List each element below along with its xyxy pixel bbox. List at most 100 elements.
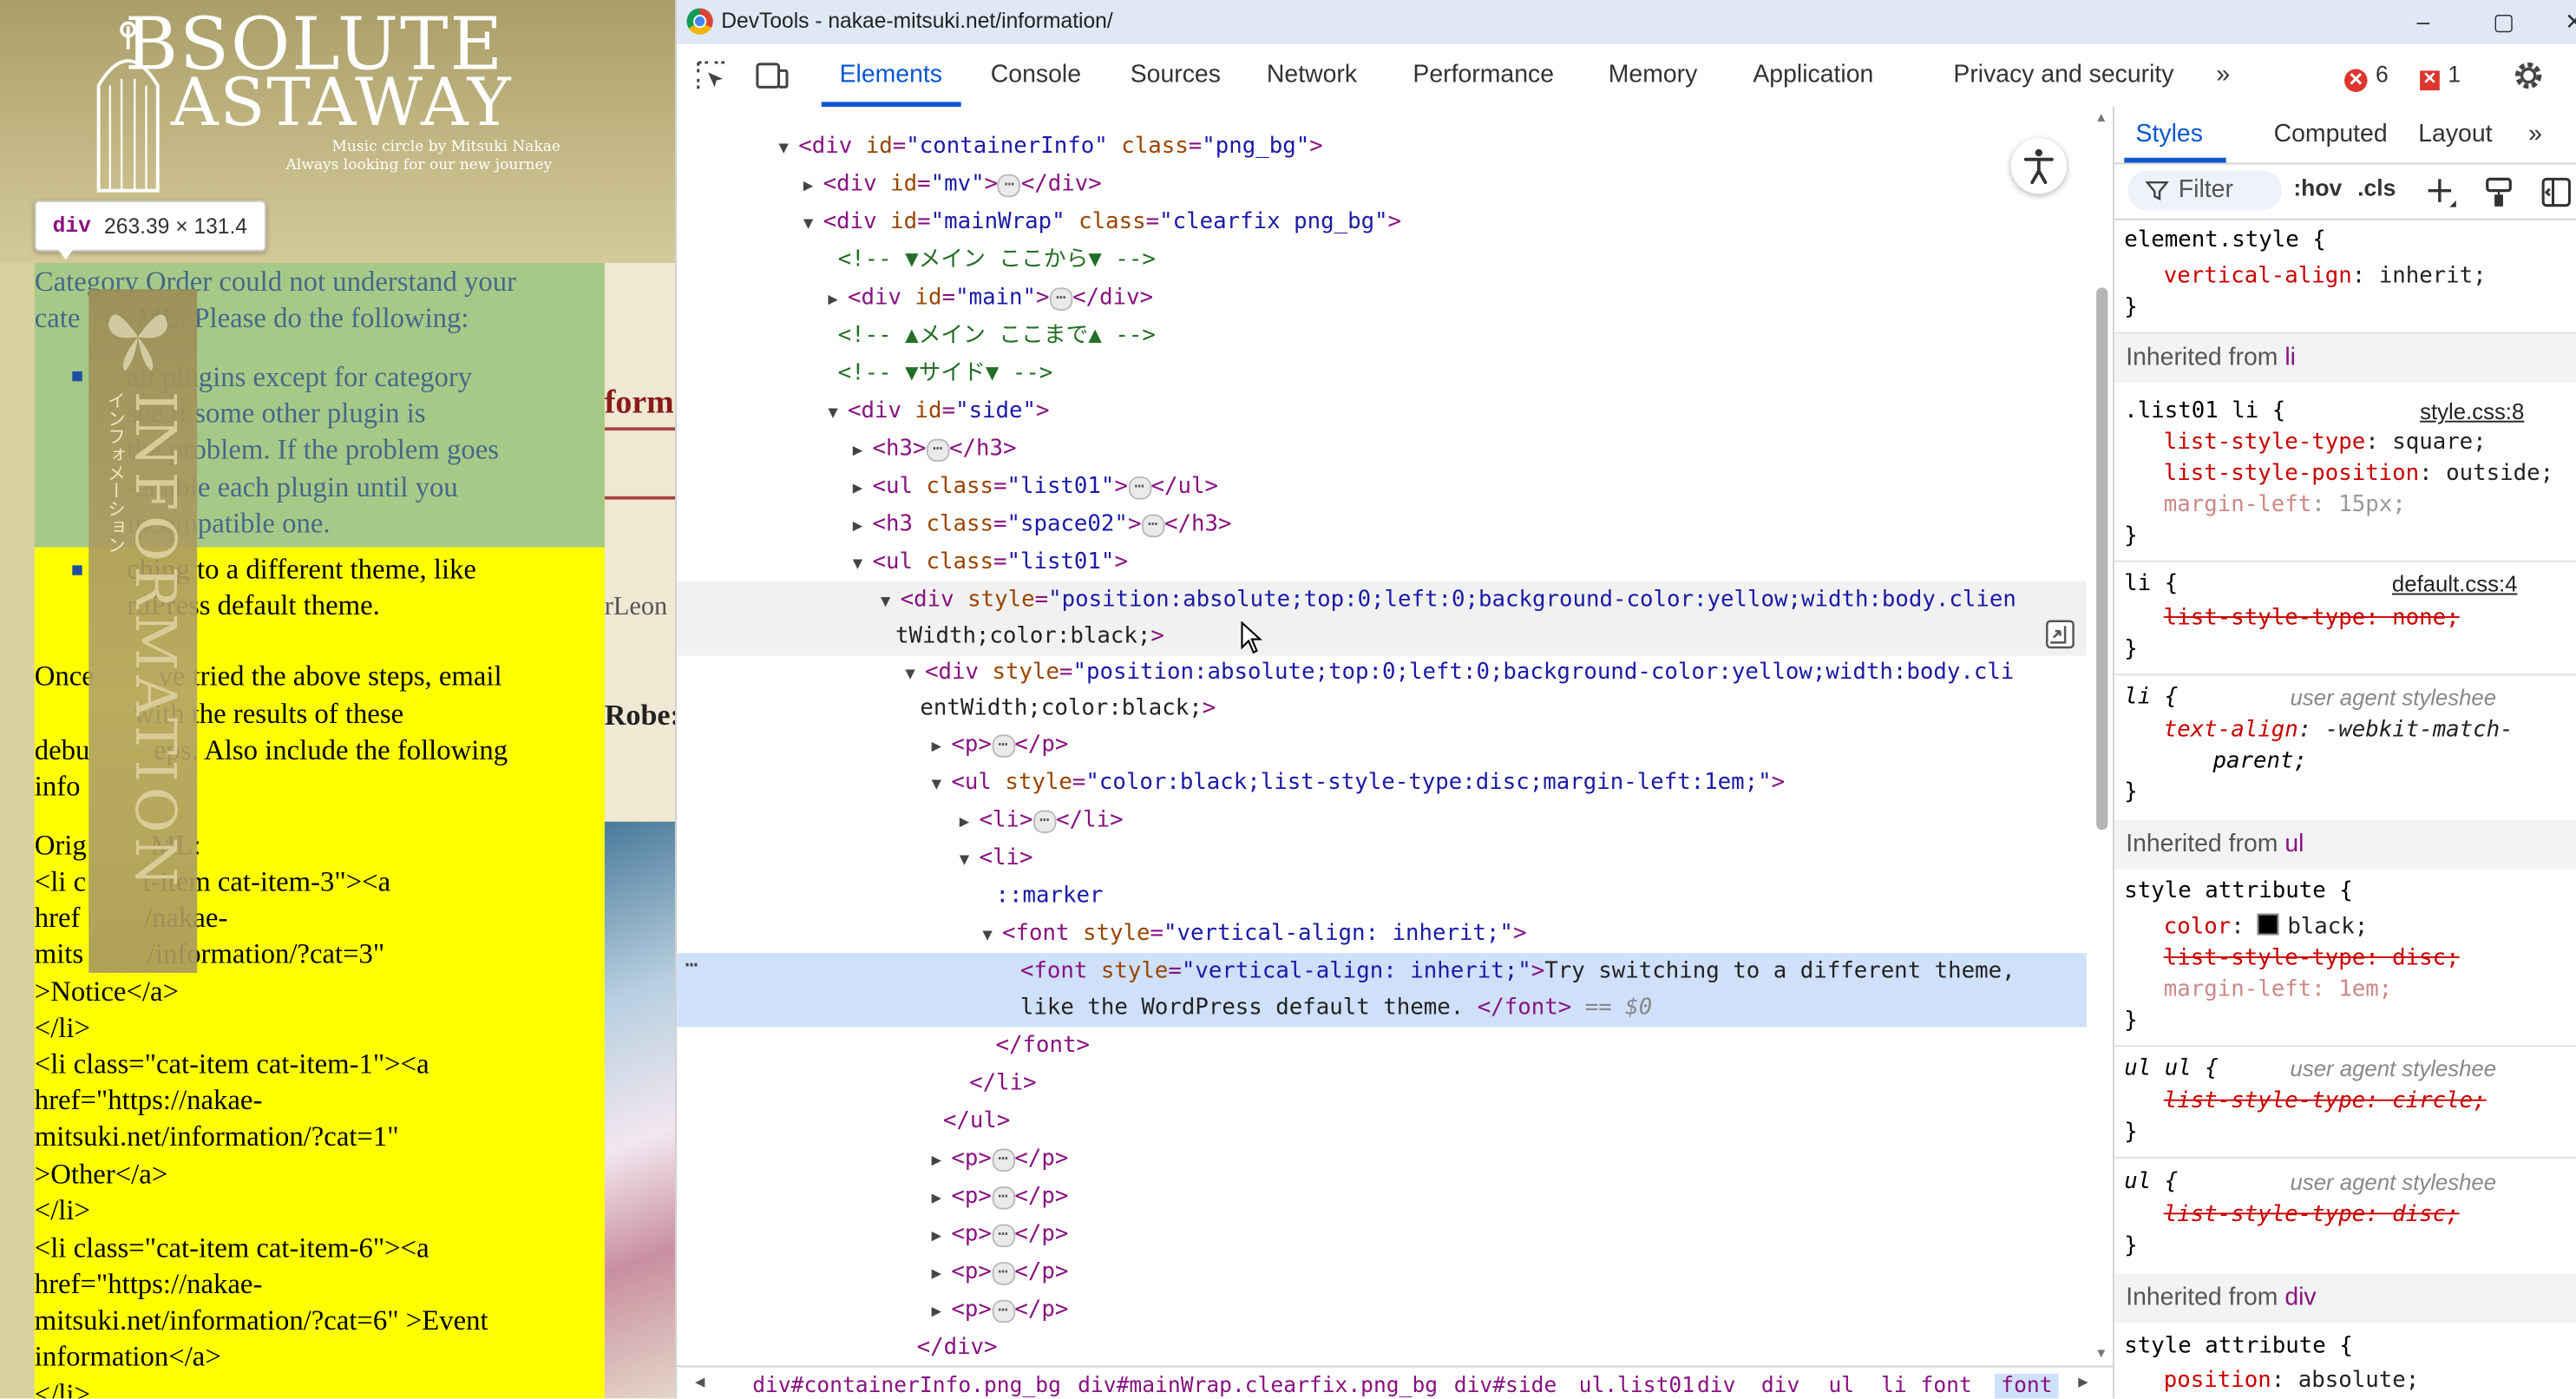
expand-triangle-closed-icon[interactable]: ▶ bbox=[853, 470, 873, 509]
dom-node-row[interactable]: </div> bbox=[677, 1330, 2087, 1366]
expand-triangle-closed-icon[interactable]: ▶ bbox=[853, 508, 873, 546]
expand-triangle-closed-icon[interactable]: ▶ bbox=[803, 167, 823, 206]
elements-dom-tree[interactable]: <!-- ▲ヘッダー ここまで▲ -->▼<div id="containerI… bbox=[677, 107, 2090, 1366]
dom-node-row[interactable]: ▶ <p> ⋯ </p> bbox=[677, 1179, 2087, 1217]
breadcrumb-item[interactable]: li bbox=[1881, 1374, 1907, 1398]
dom-node-row[interactable]: </li> bbox=[677, 1065, 2087, 1103]
dom-node-row[interactable]: entWidth;color:black;> bbox=[677, 690, 2087, 728]
dom-comment-node[interactable]: <!-- ▲メイン ここまで▲ --> bbox=[677, 317, 2087, 355]
device-toolbar-icon[interactable] bbox=[754, 57, 790, 94]
scroll-down-arrow[interactable]: ▼ bbox=[2091, 1346, 2111, 1361]
tab-network[interactable]: Network bbox=[1267, 61, 1357, 89]
rule-ul-ul-selector[interactable]: ul ul { bbox=[2124, 1054, 2218, 1085]
dom-node-row[interactable]: ▶ <ul class="list01"> ⋯ </ul> bbox=[677, 469, 2087, 507]
expand-triangle-closed-icon[interactable]: ▶ bbox=[853, 432, 873, 470]
dom-node-row[interactable]: ▶ <p> ⋯ </p> bbox=[677, 726, 2087, 765]
style-declaration[interactable]: list-style-type: square; bbox=[2164, 427, 2487, 458]
expand-triangle-closed-icon[interactable]: ▶ bbox=[932, 1293, 952, 1331]
expand-triangle-open-icon[interactable]: ▼ bbox=[905, 656, 925, 694]
breadcrumb-item[interactable]: ul.list01 bbox=[1579, 1374, 1694, 1398]
error-count-badge[interactable]: ✕ 6 bbox=[2344, 61, 2389, 93]
expand-triangle-closed-icon[interactable]: ▶ bbox=[932, 1180, 952, 1218]
tab-privacy-and-security[interactable]: Privacy and security bbox=[1953, 61, 2173, 89]
inspect-element-icon[interactable] bbox=[693, 57, 730, 94]
dom-comment-node[interactable]: <!-- ▲ヘッダー ここまで▲ --> bbox=[677, 107, 2087, 128]
dom-node-row[interactable]: </ul> bbox=[677, 1103, 2087, 1141]
hover-state-toggle[interactable]: :hov bbox=[2293, 174, 2342, 200]
website-viewport[interactable]: BSOLUTE ASTAWAY Music circle by Mitsuki … bbox=[0, 0, 676, 1399]
breadcrumb-item[interactable]: div bbox=[1697, 1374, 1735, 1398]
breadcrumb-item[interactable]: div#mainWrap.clearfix.png_bg bbox=[1078, 1374, 1438, 1398]
tab-sources[interactable]: Sources bbox=[1131, 61, 1221, 89]
dom-node-row[interactable]: ▼ <div style="position:absolute;top:0;lef… bbox=[677, 654, 2087, 693]
expand-triangle-open-icon[interactable]: ▼ bbox=[932, 765, 952, 804]
tab-styles[interactable]: Styles bbox=[2136, 120, 2203, 148]
dom-node-row[interactable]: ▶ <div id="mv"> ⋯ </div> bbox=[677, 166, 2087, 204]
new-style-rule-icon[interactable] bbox=[2425, 176, 2458, 209]
overridden-declaration[interactable]: list-style-type: disc; bbox=[2164, 1199, 2460, 1231]
dom-node-row[interactable]: ▼ <font style="vertical-align: inherit;"> bbox=[677, 916, 2087, 954]
rule-list01-li-selector[interactable]: .list01 li { bbox=[2124, 396, 2285, 427]
issues-count-badge[interactable]: ✕ 1 bbox=[2420, 61, 2461, 91]
elements-scrollbar-thumb[interactable] bbox=[2096, 287, 2108, 831]
dom-node-row[interactable]: like the WordPress default theme. </font… bbox=[677, 988, 2087, 1028]
expand-triangle-open-icon[interactable]: ▼ bbox=[828, 394, 848, 432]
dom-node-row[interactable]: ::marker bbox=[677, 877, 2087, 916]
breadcrumb-scroll-left[interactable]: ◀ bbox=[695, 1374, 705, 1392]
dom-node-row[interactable]: ▼ <li> bbox=[677, 840, 2087, 878]
expand-triangle-open-icon[interactable]: ▼ bbox=[881, 583, 901, 621]
expand-triangle-closed-icon[interactable]: ▶ bbox=[932, 1142, 952, 1180]
style-attribute-selector[interactable]: style attribute { bbox=[2124, 1331, 2352, 1363]
element-style-selector[interactable]: element.style { bbox=[2124, 225, 2325, 256]
dom-node-row[interactable]: ▶ <p> ⋯ </p> bbox=[677, 1254, 2087, 1292]
style-attribute-selector[interactable]: style attribute { bbox=[2124, 876, 2352, 907]
dom-node-row[interactable]: ▶ <p> ⋯ </p> bbox=[677, 1216, 2087, 1254]
style-declaration[interactable]: color: black; bbox=[2164, 912, 2368, 943]
style-declaration-inactive[interactable]: margin-left: 15px; bbox=[2164, 489, 2406, 521]
dom-comment-node[interactable]: <!-- ▼メイン ここから▼ --> bbox=[677, 241, 2087, 279]
expand-triangle-closed-icon[interactable]: ▶ bbox=[932, 728, 952, 766]
overridden-declaration[interactable]: list-style-type: none; bbox=[2164, 603, 2460, 634]
toggle-sidebar-icon[interactable] bbox=[2540, 176, 2573, 209]
breadcrumb-item[interactable]: div#side bbox=[1454, 1374, 1557, 1398]
rule-ua-li-selector[interactable]: li { bbox=[2124, 682, 2178, 713]
rule-ul-selector[interactable]: ul { bbox=[2124, 1166, 2178, 1198]
dom-comment-node[interactable]: <!-- ▼サイド▼ --> bbox=[677, 355, 2087, 393]
breadcrumb-item[interactable]: font bbox=[1994, 1373, 2060, 1399]
dom-node-row[interactable]: ▶ <h3 class="space02"> ⋯ </h3> bbox=[677, 506, 2087, 544]
styles-filter-input[interactable]: Filter bbox=[2127, 170, 2283, 211]
expand-triangle-closed-icon[interactable]: ▶ bbox=[932, 1256, 952, 1294]
expand-triangle-open-icon[interactable]: ▼ bbox=[982, 917, 1002, 956]
rule-source-link[interactable]: default.css:4 bbox=[2392, 568, 2518, 600]
style-declaration[interactable]: list-style-position: outside; bbox=[2164, 458, 2553, 489]
dom-node-row[interactable]: </font> bbox=[677, 1027, 2087, 1065]
tab-console[interactable]: Console bbox=[991, 61, 1081, 89]
maximize-button[interactable]: ▢ bbox=[2479, 3, 2528, 40]
class-toggle[interactable]: .cls bbox=[2357, 174, 2396, 200]
color-swatch[interactable] bbox=[2258, 913, 2279, 936]
dom-node-row[interactable]: ▶ <h3> ⋯ </h3> bbox=[677, 430, 2087, 469]
tab-memory[interactable]: Memory bbox=[1609, 61, 1698, 89]
expand-triangle-closed-icon[interactable]: ▶ bbox=[932, 1218, 952, 1256]
expand-triangle-closed-icon[interactable]: ▶ bbox=[828, 281, 848, 319]
rule-source-link[interactable]: style.css:8 bbox=[2420, 396, 2524, 427]
style-declaration[interactable]: text-align: -webkit-match- bbox=[2164, 715, 2514, 746]
paint-brush-icon[interactable] bbox=[2482, 176, 2515, 209]
dom-node-row[interactable]: ▼ <div style="position:absolute;top:0;lef… bbox=[677, 581, 2087, 620]
overridden-declaration[interactable]: list-style-type: disc; bbox=[2164, 943, 2460, 975]
dom-node-row[interactable]: ▼ <div id="mainWrap" class="clearfix png_… bbox=[677, 204, 2087, 242]
accessibility-tree-button[interactable] bbox=[2010, 138, 2068, 194]
tab-layout[interactable]: Layout bbox=[2418, 120, 2492, 148]
dom-node-row[interactable]: ▼ <ul class="list01"> bbox=[677, 544, 2087, 582]
style-declaration[interactable]: position: absolute; bbox=[2164, 1365, 2419, 1396]
dom-node-row[interactable]: ▶ <p> ⋯ </p> bbox=[677, 1140, 2087, 1179]
expand-triangle-open-icon[interactable]: ▼ bbox=[803, 206, 823, 244]
dom-node-row[interactable]: ▼ <div id="side"> bbox=[677, 393, 2087, 431]
minimize-button[interactable]: – bbox=[2399, 3, 2448, 40]
dom-node-row[interactable]: ▶ <p> ⋯ </p> bbox=[677, 1291, 2087, 1330]
style-declaration-inactive[interactable]: margin-left: 1em; bbox=[2164, 975, 2392, 1006]
tab-performance[interactable]: Performance bbox=[1413, 61, 1554, 89]
dom-node-row[interactable]: ▶ <div id="main"> ⋯ </div> bbox=[677, 279, 2087, 318]
breadcrumb-scroll-right[interactable]: ▶ bbox=[2078, 1374, 2088, 1392]
dom-node-row[interactable]: ▶ <li> ⋯ </li> bbox=[677, 802, 2087, 840]
